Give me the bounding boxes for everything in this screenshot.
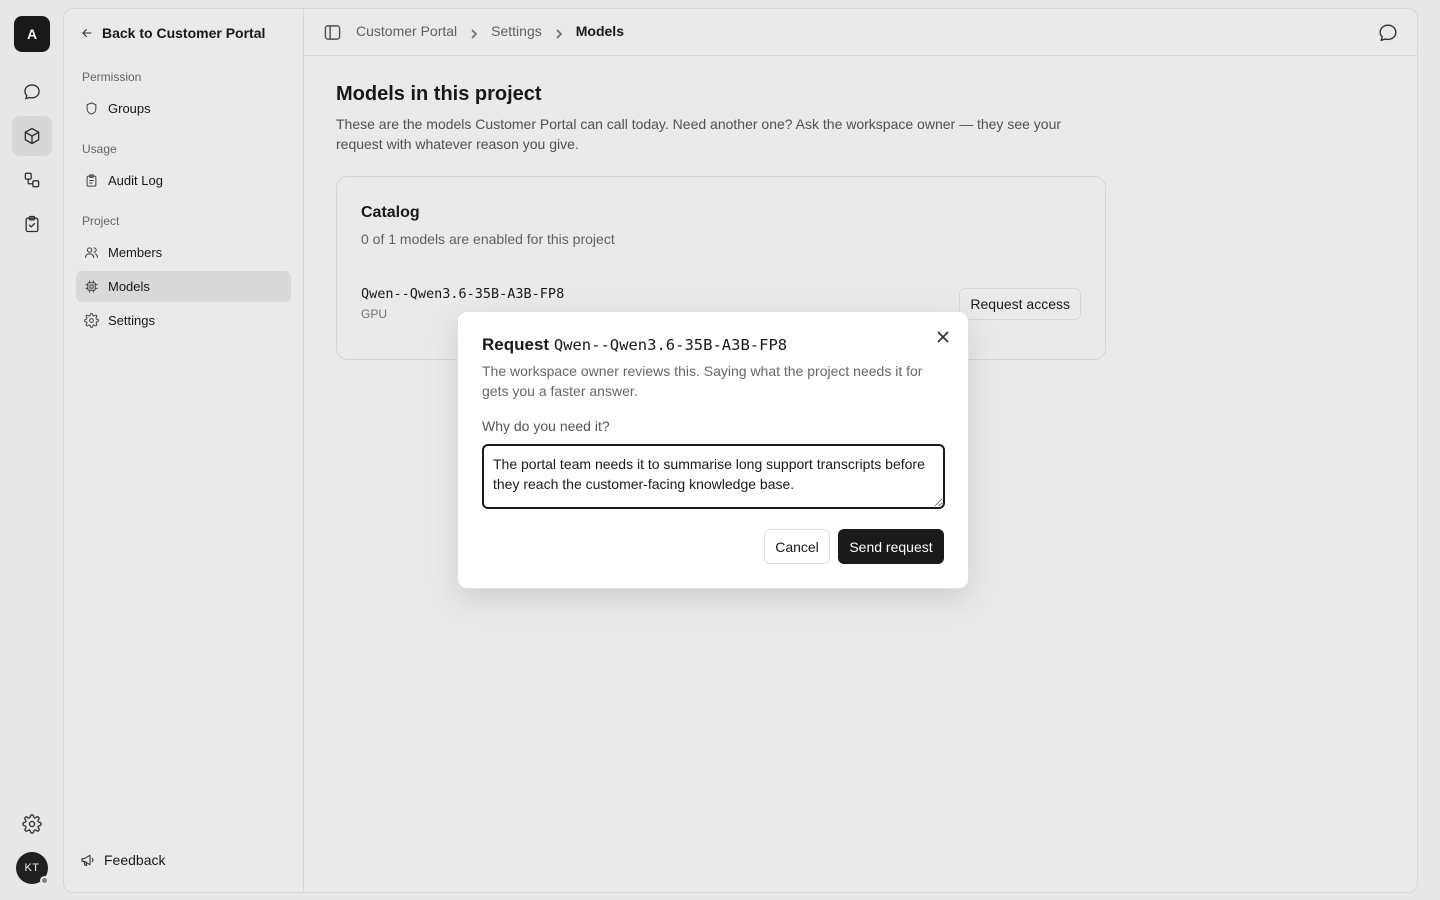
dialog-description: The workspace owner reviews this. Saying… [482,363,923,399]
dialog-title-model: Qwen--Qwen3.6-35B-A3B-FP8 [553,336,788,354]
request-access-dialog: Request Qwen--Qwen3.6-35B-A3B-FP8 The wo… [457,311,969,589]
dialog-title-prefix: Request [482,335,550,354]
reason-textarea[interactable]: The portal team needs it to summarise lo… [482,444,945,509]
close-dialog-button[interactable] [936,330,950,344]
cancel-button[interactable]: Cancel [764,529,830,564]
dialog-title: Request Qwen--Qwen3.6-35B-A3B-FP8 [482,335,787,355]
reason-field-label: Why do you need it? [482,418,610,434]
send-request-button[interactable]: Send request [838,529,944,564]
close-icon [937,331,949,343]
